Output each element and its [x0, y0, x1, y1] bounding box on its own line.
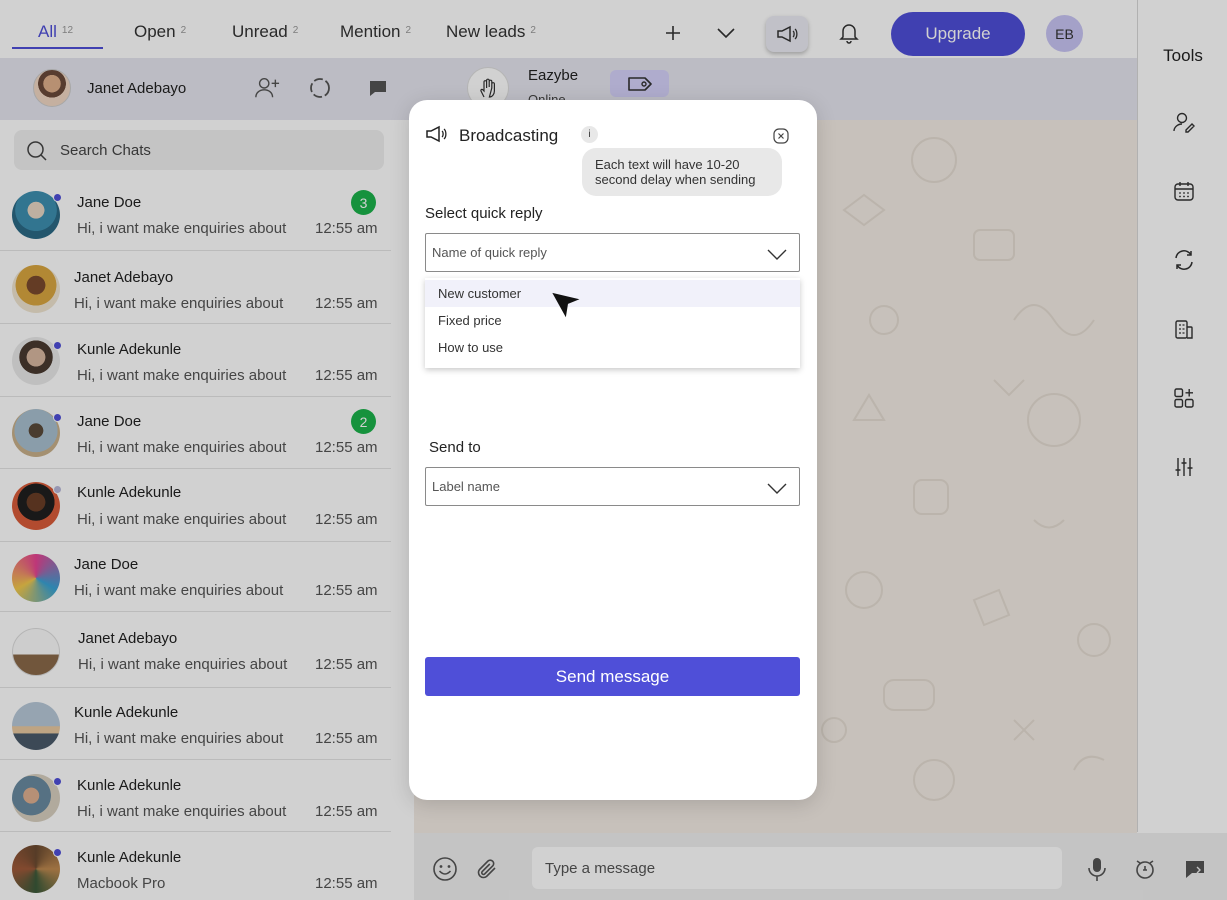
select-placeholder: Label name — [432, 479, 500, 494]
megaphone-icon — [425, 125, 447, 148]
quick-reply-dropdown: New customer Fixed price How to use — [425, 278, 800, 368]
send-message-button[interactable]: Send message — [425, 657, 800, 696]
modal-title: Broadcasting — [459, 126, 559, 145]
chevron-down-icon — [767, 247, 787, 265]
quick-reply-select[interactable]: Name of quick reply — [425, 233, 800, 272]
dropdown-option[interactable]: New customer — [425, 280, 800, 307]
info-icon[interactable]: i — [581, 126, 598, 143]
delay-tooltip: Each text will have 10-20 second delay w… — [582, 148, 782, 196]
dropdown-option[interactable]: Fixed price — [425, 307, 800, 334]
send-to-label: Send to — [429, 439, 481, 456]
close-icon[interactable] — [773, 128, 789, 144]
dropdown-option[interactable]: How to use — [425, 334, 800, 361]
select-placeholder: Name of quick reply — [432, 245, 547, 260]
send-to-select[interactable]: Label name — [425, 467, 800, 506]
quick-reply-label: Select quick reply — [425, 205, 543, 222]
mouse-cursor-icon — [552, 289, 582, 324]
chevron-down-icon — [767, 481, 787, 499]
broadcast-modal: Broadcasting i Each text will have 10-20… — [409, 100, 817, 800]
